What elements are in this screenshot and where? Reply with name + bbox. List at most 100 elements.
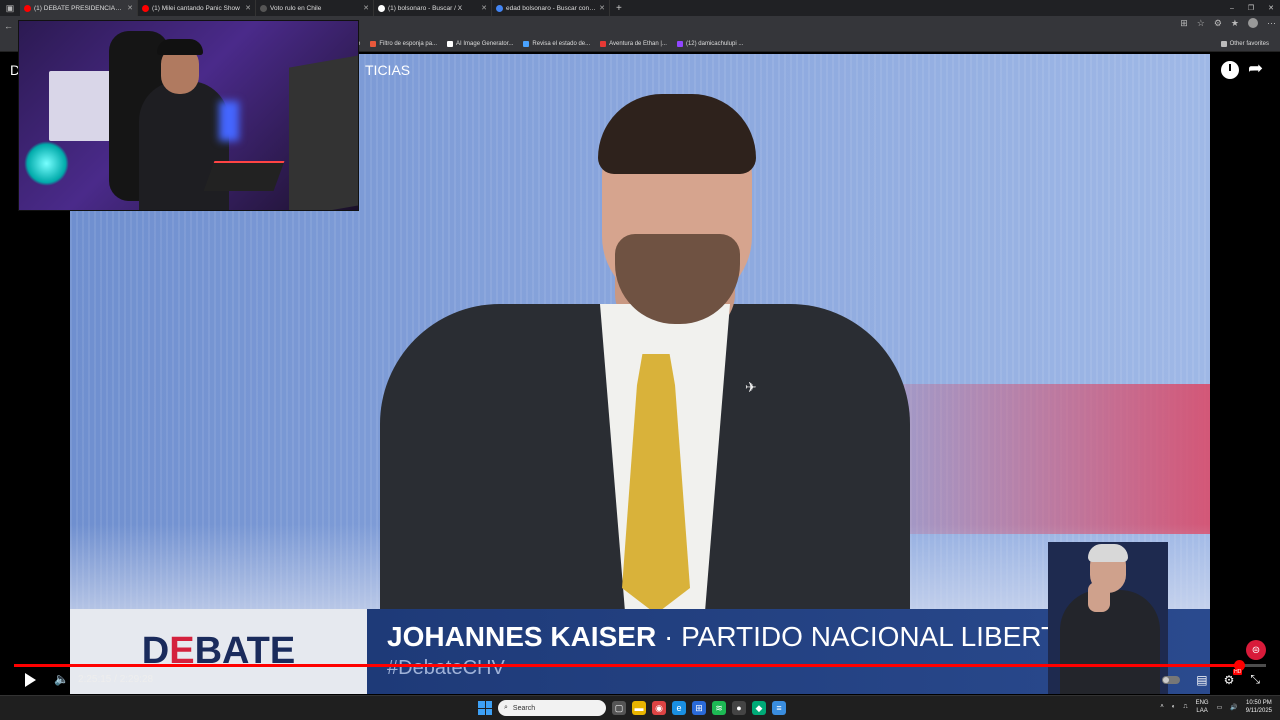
bookmark-item[interactable]: Aventura de Ethan |... xyxy=(595,40,672,47)
tab-title: Voto rulo en Chile xyxy=(270,4,322,12)
channel-badge-icon[interactable]: ⊜ xyxy=(1246,640,1266,660)
more-menu-icon[interactable]: ⋯ xyxy=(1267,18,1276,29)
system-tray: ˄ ◐ ⎍ ENG LAA ▭ 🔊 10:50 PM 9/11/2025 xyxy=(1160,699,1272,715)
start-icon[interactable] xyxy=(478,701,492,715)
tab-title: (1) bolsonaro - Buscar / X xyxy=(388,4,463,12)
webcam-rgb-light xyxy=(24,141,69,186)
bookmark-favicon-icon xyxy=(600,40,607,47)
back-icon[interactable]: ← xyxy=(0,21,17,31)
webcam-keyboard xyxy=(203,161,285,191)
other-favorites-label: Other favorites xyxy=(1229,41,1269,47)
minimize-icon[interactable]: – xyxy=(1230,5,1234,12)
bookmark-favicon-icon xyxy=(523,40,530,47)
tab-favicon-icon xyxy=(24,4,31,12)
webcam-rgb-glow xyxy=(219,101,239,141)
tab-2[interactable]: Voto rulo en Chile ✕ xyxy=(256,0,374,16)
tab-close-icon[interactable]: ✕ xyxy=(245,4,251,12)
interpreter-body xyxy=(1060,590,1160,694)
tab-title: edad bolsonaro - Buscar con Google xyxy=(506,4,596,12)
backdrop-red-band xyxy=(890,384,1210,534)
bookmark-label: (12) damicachulupi ... xyxy=(685,40,744,47)
webcam-streamer-cap xyxy=(157,39,203,55)
tray-chevron-icon[interactable]: ˄ xyxy=(1160,704,1164,710)
autoplay-toggle[interactable] xyxy=(1162,675,1181,684)
favorite-star-icon[interactable]: ☆ xyxy=(1197,18,1205,29)
bookmark-item[interactable]: Revisa el estado de... xyxy=(518,40,595,47)
bookmark-favicon-icon xyxy=(370,40,377,47)
tab-strip: ▣ (1) DEBATE PRESIDENCIAL 2025✕(1) Milei… xyxy=(0,0,1280,16)
tab-list: (1) DEBATE PRESIDENCIAL 2025✕(1) Milei c… xyxy=(20,0,610,16)
taskbar: ⌕ Search ▢ ▬ ◉ e ⊞ ≋ ● ◆ ≡ ˄ ◐ ⎍ ENG LAA… xyxy=(0,695,1280,720)
tab-title: (1) Milei cantando Panic Show xyxy=(152,4,240,12)
search-placeholder: Search xyxy=(512,704,536,712)
interpreter-hair xyxy=(1088,544,1128,562)
tab-actions-icon[interactable]: ▣ xyxy=(0,0,20,16)
favorites-icon[interactable]: ★ xyxy=(1231,18,1239,29)
taskbar-apps: ⌕ Search ▢ ▬ ◉ e ⊞ ≋ ● ◆ ≡ xyxy=(478,700,786,716)
tab-close-icon[interactable]: ✕ xyxy=(599,4,605,12)
tab-close-icon[interactable]: ✕ xyxy=(363,4,369,12)
volume-icon[interactable]: 🔈 xyxy=(54,672,69,686)
exit-fullscreen-icon[interactable]: ⤡ xyxy=(1250,672,1260,687)
time-display: 2:25:15 / 2:29:28 xyxy=(78,674,154,685)
lang-top: ENG xyxy=(1195,700,1209,706)
tab-favicon-icon xyxy=(142,4,149,12)
progress-bar[interactable] xyxy=(14,660,1266,671)
subtitles-icon[interactable]: ▤ xyxy=(1196,673,1207,687)
bookmark-label: AI Image Generator... xyxy=(456,40,514,47)
bookmark-favicon-icon xyxy=(676,40,683,47)
bookmark-label: Revisa el estado de... xyxy=(532,40,591,47)
clock[interactable]: 10:50 PM 9/11/2025 xyxy=(1246,699,1272,715)
bookmark-item[interactable]: Filtro de esponja pa... xyxy=(365,40,442,47)
play-icon[interactable] xyxy=(25,673,36,687)
spotify-icon[interactable]: ≋ xyxy=(712,701,726,715)
network-icon[interactable]: ▭ xyxy=(1217,704,1223,711)
interpreter-hand xyxy=(1088,582,1110,612)
restore-icon[interactable]: ❐ xyxy=(1248,4,1254,12)
notepad-icon[interactable]: ≡ xyxy=(772,701,786,715)
clock-date: 9/11/2025 xyxy=(1245,708,1272,714)
profile-avatar[interactable] xyxy=(1248,18,1258,28)
store-icon[interactable]: ⊞ xyxy=(692,701,706,715)
toolbar-actions: ⊞ ☆ ⚙ ★ ⋯ xyxy=(1180,18,1276,29)
other-favorites-button[interactable]: Other favorites xyxy=(1216,36,1274,52)
input-language[interactable]: ENG LAA xyxy=(1196,699,1209,715)
new-tab-button[interactable]: + xyxy=(610,3,628,14)
tab-favicon-icon xyxy=(496,4,503,12)
tab-favicon-icon xyxy=(260,4,267,12)
bookmark-label: Aventura de Ethan |... xyxy=(609,40,667,47)
obs-icon[interactable]: ● xyxy=(732,701,746,715)
progress-fill xyxy=(14,664,1239,667)
taskbar-search[interactable]: ⌕ Search xyxy=(498,700,606,716)
tab-favicon-icon xyxy=(378,4,385,12)
tab-0[interactable]: (1) DEBATE PRESIDENCIAL 2025✕ xyxy=(20,0,138,16)
bookmark-item[interactable]: (12) damicachulupi ... xyxy=(672,40,748,47)
edge-icon[interactable]: e xyxy=(672,701,686,715)
lapel-pin-icon: ✈ xyxy=(745,379,757,395)
video-title[interactable]: TICIAS xyxy=(365,62,410,78)
watch-later-icon[interactable] xyxy=(1221,61,1239,79)
microphone-icon[interactable]: ⎍ xyxy=(1183,704,1187,711)
task-view-icon[interactable]: ▢ xyxy=(612,701,626,715)
caption-separator: · xyxy=(663,621,674,652)
tab-close-icon[interactable]: ✕ xyxy=(481,4,487,12)
tab-4[interactable]: edad bolsonaro - Buscar con Google✕ xyxy=(492,0,610,16)
tab-3[interactable]: (1) bolsonaro - Buscar / X ✕ xyxy=(374,0,492,16)
split-view-icon[interactable]: ⊞ xyxy=(1180,18,1188,29)
tab-title: (1) DEBATE PRESIDENCIAL 2025 xyxy=(34,4,124,12)
chrome-icon[interactable]: ◉ xyxy=(652,701,666,715)
share-icon[interactable]: ➦ xyxy=(1248,58,1263,79)
tab-1[interactable]: (1) Milei cantando Panic Show ✕ xyxy=(138,0,256,16)
search-icon: ⌕ xyxy=(504,704,508,711)
app-icon[interactable]: ◆ xyxy=(752,701,766,715)
file-explorer-icon[interactable]: ▬ xyxy=(632,701,646,715)
extensions-icon[interactable]: ⚙ xyxy=(1214,18,1222,29)
settings-icon[interactable]: ⚙ HD xyxy=(1224,668,1243,687)
speaker-icon[interactable]: 🔊 xyxy=(1230,704,1237,711)
clock-time: 10:50 PM xyxy=(1246,700,1272,706)
speaker-name: JOHANNES KAISER xyxy=(387,621,657,652)
bookmark-item[interactable]: AI Image Generator... xyxy=(442,40,518,47)
tab-close-icon[interactable]: ✕ xyxy=(127,4,133,12)
close-window-icon[interactable]: ✕ xyxy=(1268,4,1274,12)
tray-app-icon[interactable]: ◐ xyxy=(1172,704,1176,710)
